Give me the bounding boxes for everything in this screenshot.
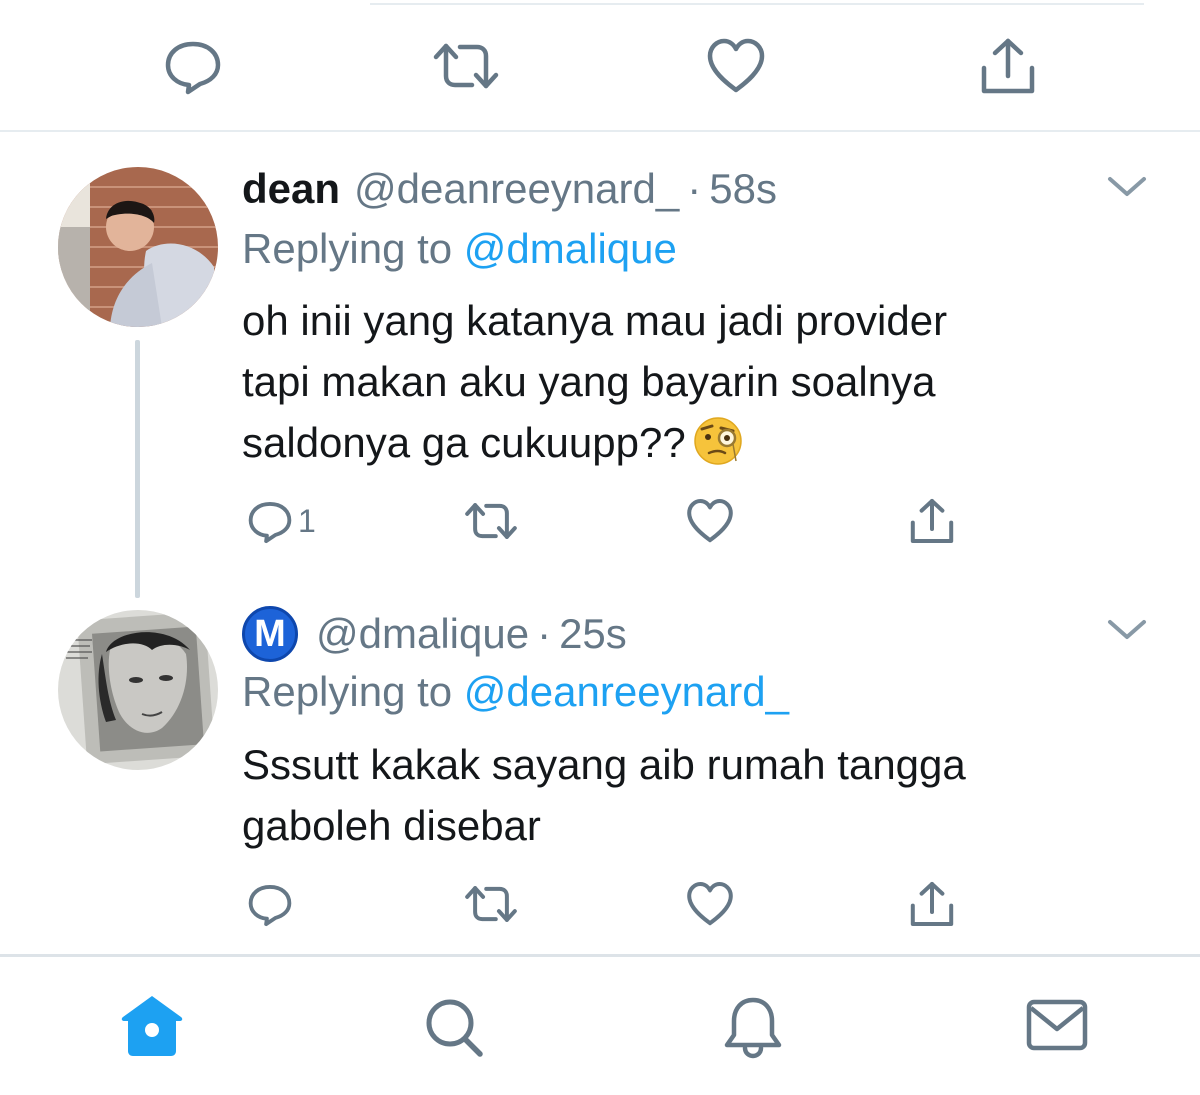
tweet-line-with-emoji: saldonya ga cukuupp?? — [242, 412, 1122, 473]
like-icon — [687, 882, 733, 926]
tweet-line: tapi makan aku yang bayarin soalnya — [242, 358, 936, 405]
like-button[interactable] — [686, 497, 734, 545]
reply-button[interactable] — [162, 36, 224, 96]
share-button[interactable] — [908, 880, 956, 928]
home-icon — [121, 996, 183, 1056]
user-handle[interactable]: @dmalique — [316, 610, 529, 658]
timestamp[interactable]: 25s — [559, 610, 627, 658]
reply-icon — [248, 502, 292, 544]
previous-tweet-actions — [0, 36, 1200, 96]
chevron-down-icon — [1108, 177, 1146, 196]
avatar-image — [58, 167, 218, 327]
avatar-dmalique[interactable] — [58, 610, 218, 770]
reply-button[interactable] — [246, 880, 298, 928]
retweet-button[interactable] — [464, 880, 518, 928]
top-divider — [370, 3, 1144, 5]
tweet-text: oh inii yang katanya mau jadi provider t… — [242, 290, 1122, 473]
replying-prefix: Replying to — [242, 225, 453, 272]
replying-to: Replying to @deanreeynard_ — [242, 668, 789, 716]
tweet-actions: 1 — [0, 497, 1200, 547]
tweet-header: dean @deanreeynard_ · 58s — [242, 164, 777, 214]
tweet-actions — [0, 880, 1200, 930]
notifications-icon — [724, 997, 782, 1059]
timestamp[interactable]: 58s — [709, 165, 777, 213]
tab-notifications[interactable] — [722, 995, 784, 1064]
tweet-line: saldonya ga cukuupp?? — [242, 419, 686, 466]
reply-icon — [165, 41, 221, 95]
share-icon — [910, 499, 954, 543]
brand-badge-icon: M — [242, 606, 298, 662]
retweet-icon — [465, 503, 517, 539]
tweet-text: Sssutt kakak sayang aib rumah tangga gab… — [242, 734, 1122, 856]
tab-messages[interactable] — [1026, 999, 1088, 1056]
tab-home[interactable] — [118, 993, 186, 1062]
display-name[interactable]: dean — [242, 165, 340, 213]
retweet-icon — [433, 43, 499, 89]
separator-dot: · — [537, 610, 552, 657]
like-icon — [707, 38, 765, 93]
reply-button[interactable]: 1 — [246, 497, 316, 545]
search-icon — [426, 999, 483, 1057]
like-button[interactable] — [706, 36, 766, 96]
avatar-image — [58, 610, 218, 770]
replying-mention[interactable]: @deanreeynard_ — [464, 668, 789, 715]
user-handle[interactable]: @deanreeynard_ — [354, 165, 679, 213]
section-divider — [0, 130, 1200, 132]
tweet-line: gaboleh disebar — [242, 802, 541, 849]
share-button[interactable] — [908, 497, 956, 545]
tab-bar — [0, 955, 1200, 1095]
share-icon — [910, 882, 954, 926]
replying-to: Replying to @dmalique — [242, 225, 677, 273]
more-options-button[interactable] — [1106, 174, 1148, 205]
tweet-header: M @dmalique · 25s — [242, 606, 627, 662]
messages-icon — [1026, 999, 1088, 1051]
like-button[interactable] — [686, 880, 734, 928]
share-icon — [981, 38, 1035, 94]
more-options-button[interactable] — [1106, 617, 1148, 648]
chevron-down-icon — [1108, 620, 1146, 639]
reply-icon — [248, 885, 292, 927]
retweet-icon — [465, 886, 517, 922]
tab-search[interactable] — [422, 997, 486, 1064]
avatar-dean[interactable] — [58, 167, 218, 327]
retweet-button[interactable] — [464, 497, 518, 545]
share-button[interactable] — [978, 36, 1038, 96]
face-with-monocle-icon — [693, 417, 742, 465]
replying-prefix: Replying to — [242, 668, 453, 715]
separator-dot: · — [687, 165, 702, 212]
replying-mention[interactable]: @dmalique — [464, 225, 677, 272]
like-icon — [687, 499, 733, 543]
thread-connector — [135, 340, 140, 598]
tweet-line: Sssutt kakak sayang aib rumah tangga — [242, 741, 966, 788]
retweet-button[interactable] — [432, 36, 500, 96]
reply-count: 1 — [298, 502, 316, 539]
tweet-line: oh inii yang katanya mau jadi provider — [242, 297, 948, 344]
